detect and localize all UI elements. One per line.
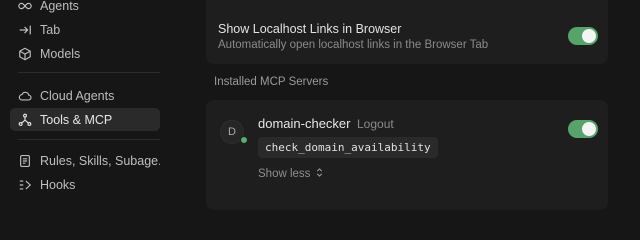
sidebar-item-label: Agents	[40, 0, 79, 13]
sidebar-item-tab[interactable]: Tab	[10, 18, 160, 41]
show-less-button[interactable]: Show less	[258, 167, 324, 181]
sidebar: Agents Tab Models Cloud Agents Tools & M…	[0, 0, 166, 200]
localhost-links-toggle[interactable]	[568, 27, 598, 45]
tab-arrow-icon	[18, 23, 32, 37]
section-heading: Installed MCP Servers	[214, 76, 329, 88]
logout-button[interactable]: Logout	[357, 117, 394, 131]
sidebar-item-cloud-agents[interactable]: Cloud Agents	[10, 84, 160, 107]
network-icon	[18, 113, 32, 127]
sidebar-item-label: Tab	[40, 22, 61, 37]
sidebar-item-label: Rules, Skills, Subage...	[40, 153, 160, 168]
sidebar-item-label: Cloud Agents	[40, 88, 115, 103]
status-indicator	[240, 136, 248, 144]
sidebar-item-label: Hooks	[40, 177, 76, 192]
tool-chip: check_domain_availability	[258, 137, 438, 158]
sidebar-item-models[interactable]: Models	[10, 42, 160, 65]
sidebar-item-label: Tools & MCP	[40, 112, 113, 127]
server-enabled-toggle[interactable]	[568, 120, 598, 138]
sidebar-divider	[18, 72, 160, 73]
chevron-up-down-icon	[315, 167, 324, 181]
show-less-label: Show less	[258, 168, 311, 180]
server-name: domain-checker	[258, 116, 351, 131]
document-icon	[18, 154, 32, 168]
setting-title: Show Localhost Links in Browser	[218, 22, 402, 36]
toggle-knob	[582, 122, 596, 136]
sidebar-item-agents[interactable]: Agents	[10, 0, 160, 17]
main-panel: Show Localhost Links in Browser Automati…	[166, 0, 640, 210]
sidebar-item-hooks[interactable]: Hooks	[10, 173, 160, 196]
setting-description: Automatically open localhost links in th…	[218, 39, 489, 51]
infinity-icon	[18, 0, 32, 13]
sidebar-item-tools-mcp[interactable]: Tools & MCP	[10, 108, 160, 131]
cube-icon	[18, 47, 32, 61]
hook-icon	[18, 178, 32, 192]
sidebar-item-label: Models	[40, 46, 81, 61]
toggle-knob	[582, 29, 596, 43]
sidebar-divider	[18, 139, 160, 140]
cloud-icon	[18, 89, 32, 103]
mcp-server-card: D domain-checker Logout check_domain_ava…	[206, 100, 608, 210]
localhost-setting-card: Show Localhost Links in Browser Automati…	[206, 0, 608, 64]
sidebar-item-rules[interactable]: Rules, Skills, Subage...	[10, 149, 160, 172]
